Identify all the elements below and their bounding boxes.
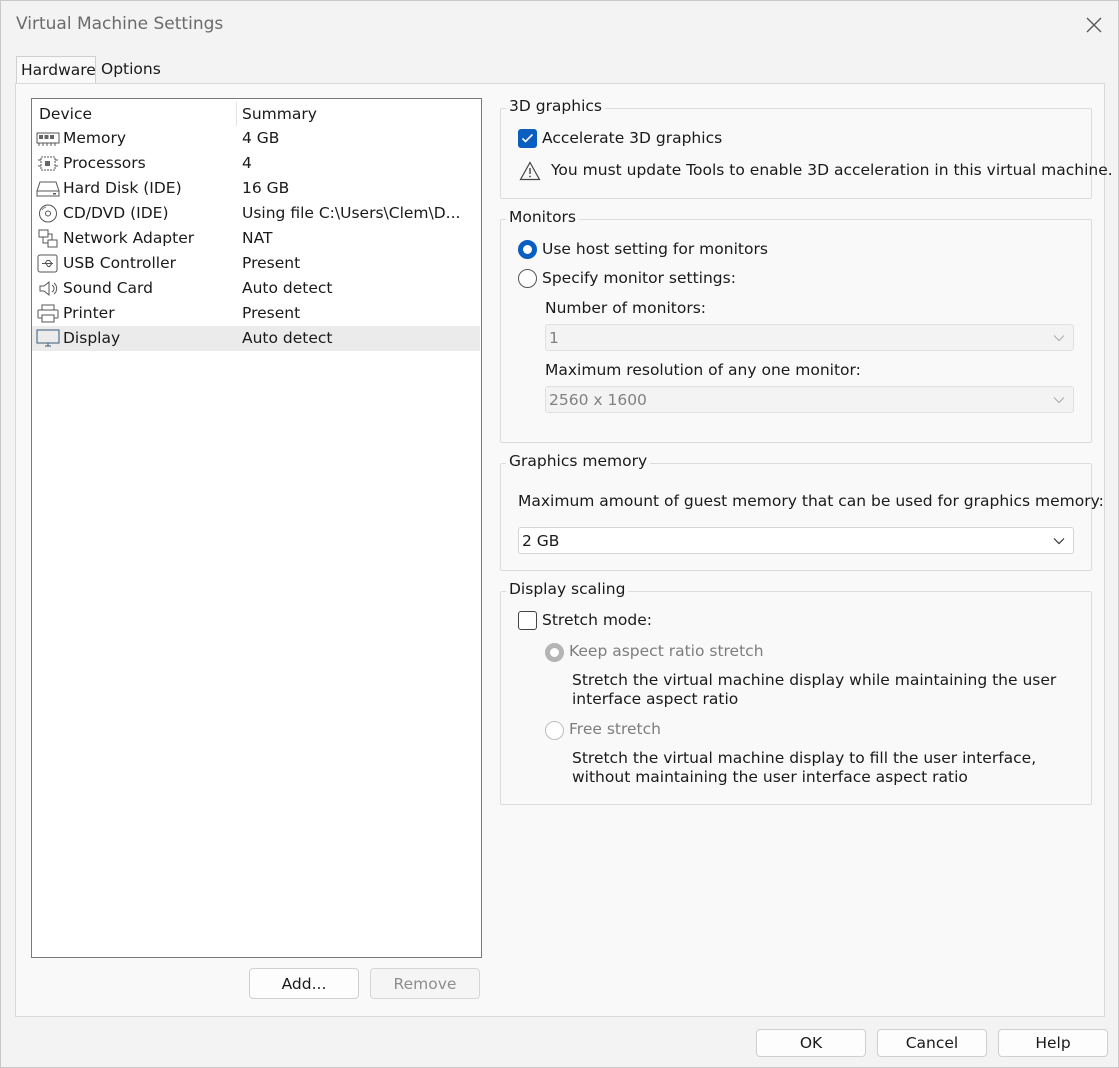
device-summary: 4 GB — [242, 129, 280, 147]
max-resolution-label: Maximum resolution of any one monitor: — [545, 361, 861, 379]
accelerate-3d-label[interactable]: Accelerate 3D graphics — [542, 129, 722, 147]
legend-monitors: Monitors — [506, 208, 579, 226]
device-summary: Present — [242, 254, 301, 272]
legend-graphics-memory: Graphics memory — [506, 452, 651, 470]
keep-aspect-label[interactable]: Keep aspect ratio stretch — [569, 642, 764, 660]
close-button[interactable] — [1076, 7, 1112, 43]
remove-device-button[interactable]: Remove — [370, 968, 480, 999]
device-list[interactable]: Device Summary Memory 4 GB Processors 4 … — [31, 98, 482, 958]
cancel-label: Cancel — [905, 1034, 959, 1052]
graphics-memory-select[interactable]: 2 GB — [518, 527, 1074, 554]
num-monitors-label: Number of monitors: — [545, 299, 707, 317]
column-header-device[interactable]: Device — [39, 105, 92, 123]
ok-button[interactable]: OK — [756, 1029, 866, 1057]
tab-options[interactable]: Options — [97, 56, 163, 84]
tab-hardware-label: Hardware — [21, 61, 96, 79]
specify-monitors-label[interactable]: Specify monitor settings: — [542, 269, 736, 287]
help-label: Help — [1035, 1034, 1071, 1052]
group-graphics-memory: Graphics memory Maximum amount of guest … — [500, 452, 1104, 571]
hardware-panel: Device Summary Memory 4 GB Processors 4 … — [15, 83, 1113, 1017]
speaker-icon — [39, 280, 58, 297]
printer-icon — [37, 304, 59, 323]
window-title: Virtual Machine Settings — [16, 14, 224, 34]
num-monitors-value: 1 — [549, 329, 559, 347]
device-name: Hard Disk (IDE) — [63, 179, 182, 197]
cancel-button[interactable]: Cancel — [877, 1029, 987, 1057]
list-header: Device Summary — [32, 102, 481, 126]
device-name: Printer — [63, 304, 115, 322]
device-row-network-adapter[interactable]: Network Adapter NAT — [32, 226, 480, 251]
device-row-display[interactable]: Display Auto detect — [32, 326, 480, 351]
device-summary: Present — [242, 304, 301, 322]
device-summary: 16 GB — [242, 179, 290, 197]
device-row-hard-disk[interactable]: Hard Disk (IDE) 16 GB — [32, 176, 480, 201]
tab-hardware[interactable]: Hardware — [16, 56, 96, 85]
column-header-summary[interactable]: Summary — [242, 105, 317, 123]
network-icon — [38, 229, 58, 248]
device-row-cd-dvd[interactable]: CD/DVD (IDE) Using file C:\Users\Clem\D.… — [32, 201, 480, 226]
device-name: USB Controller — [63, 254, 176, 272]
max-resolution-value: 2560 x 1600 — [549, 391, 647, 409]
device-name: Network Adapter — [63, 229, 195, 247]
group-monitors: Monitors Use host setting for monitors S… — [500, 208, 1092, 443]
device-summary: Using file C:\Users\Clem\D... — [242, 204, 461, 222]
device-row-memory[interactable]: Memory 4 GB — [32, 126, 480, 151]
device-name: CD/DVD (IDE) — [63, 204, 169, 222]
chevron-down-icon — [1053, 335, 1065, 342]
ok-label: OK — [799, 1034, 823, 1052]
device-name: Display — [63, 329, 121, 347]
use-host-monitors-label[interactable]: Use host setting for monitors — [542, 240, 768, 258]
max-resolution-select[interactable]: 2560 x 1600 — [545, 386, 1074, 413]
graphics-memory-description: Maximum amount of guest memory that can … — [518, 492, 1104, 510]
help-button[interactable]: Help — [998, 1029, 1108, 1057]
device-row-printer[interactable]: Printer Present — [32, 301, 480, 326]
device-summary: NAT — [242, 229, 273, 247]
close-icon — [1086, 17, 1102, 33]
device-row-processors[interactable]: Processors 4 — [32, 151, 480, 176]
stretch-mode-checkbox[interactable] — [518, 611, 537, 630]
chevron-down-icon — [1053, 397, 1065, 404]
memory-icon — [36, 132, 60, 146]
device-row-usb-controller[interactable]: USB Controller Present — [32, 251, 480, 276]
add-device-label: Add... — [281, 974, 327, 993]
legend-display-scaling: Display scaling — [506, 580, 629, 598]
num-monitors-select[interactable]: 1 — [545, 324, 1074, 351]
keep-aspect-radio[interactable] — [545, 643, 564, 662]
column-divider[interactable] — [236, 102, 237, 126]
specify-monitors-radio[interactable] — [518, 269, 537, 288]
tab-options-label: Options — [101, 60, 161, 78]
device-row-sound-card[interactable]: Sound Card Auto detect — [32, 276, 480, 301]
processor-icon — [38, 156, 58, 171]
free-stretch-radio[interactable] — [545, 721, 564, 740]
free-stretch-description: Stretch the virtual machine display to f… — [572, 749, 1037, 786]
display-icon — [36, 329, 60, 347]
cd-dvd-icon — [39, 204, 57, 223]
group-3d-graphics: 3D graphics Accelerate 3D graphics You m… — [500, 97, 1113, 199]
device-summary: Auto detect — [242, 279, 333, 297]
hard-disk-icon — [36, 181, 60, 197]
title-bar: Virtual Machine Settings — [1, 1, 1118, 47]
device-summary: Auto detect — [242, 329, 333, 347]
warning-text: You must update Tools to enable 3D accel… — [551, 161, 1113, 179]
settings-window: Virtual Machine Settings Hardware Option… — [0, 0, 1119, 1068]
graphics-memory-value: 2 GB — [522, 532, 560, 550]
device-name: Processors — [63, 154, 146, 172]
checkmark-icon — [521, 133, 534, 143]
usb-icon — [37, 254, 58, 273]
free-stretch-label[interactable]: Free stretch — [569, 720, 661, 738]
device-name: Sound Card — [63, 279, 153, 297]
group-display-scaling: Display scaling Stretch mode: Keep aspec… — [500, 580, 1092, 805]
add-device-button[interactable]: Add... — [249, 968, 359, 999]
legend-3d-graphics: 3D graphics — [506, 97, 605, 115]
device-name: Memory — [63, 129, 127, 147]
use-host-monitors-radio[interactable] — [518, 240, 537, 259]
chevron-down-icon — [1053, 538, 1065, 545]
accelerate-3d-checkbox[interactable] — [518, 129, 537, 148]
keep-aspect-description: Stretch the virtual machine display whil… — [572, 671, 1057, 708]
device-summary: 4 — [242, 154, 252, 172]
remove-device-label: Remove — [393, 974, 457, 993]
stretch-mode-label[interactable]: Stretch mode: — [542, 611, 652, 629]
warning-icon — [519, 161, 541, 181]
